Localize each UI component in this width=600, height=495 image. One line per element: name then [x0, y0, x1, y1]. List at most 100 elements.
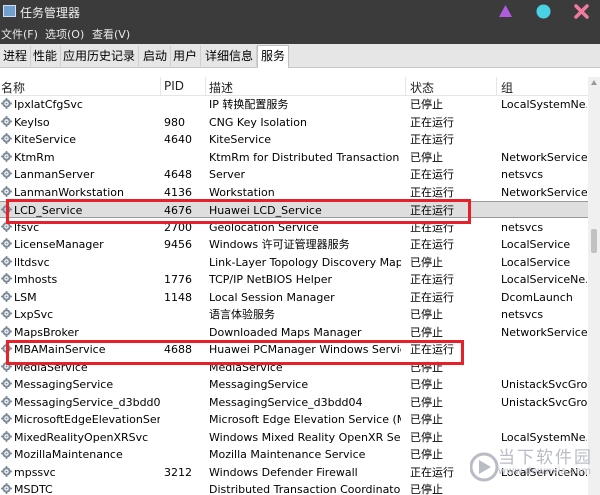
menu-view[interactable]: 查看(V)	[92, 26, 130, 42]
tab-details[interactable]: 详细信息	[202, 46, 258, 66]
service-description: Workstation	[209, 185, 275, 199]
service-group: LocalService	[501, 255, 571, 269]
gear-icon	[1, 238, 12, 249]
table-row[interactable]: KtmRm KtmRm for Distributed Transaction C…	[0, 149, 588, 166]
column-name[interactable]: 名称	[1, 79, 25, 96]
gear-icon	[1, 150, 12, 162]
table-row[interactable]: KeyIso 980 CNG Key Isolation 正在运行	[0, 114, 588, 131]
service-description: Link-Layer Topology Discovery Mapper	[209, 255, 401, 269]
table-row[interactable]: MapsBroker Downloaded Maps Manager 已停止 Netw…	[0, 324, 588, 341]
column-divider[interactable]	[405, 77, 406, 95]
service-name: LicenseManager	[14, 238, 104, 251]
tab-users[interactable]: 用户	[170, 46, 202, 66]
column-group[interactable]: 组	[501, 79, 513, 96]
table-row[interactable]: LxpSvc 语言体验服务 已停止 netsvcs	[0, 306, 588, 323]
column-divider[interactable]	[160, 77, 161, 95]
table-row[interactable]: MessagingService MessagingService 已停止 Unist…	[0, 376, 588, 393]
services-list: IpxlatCfgSvc IP 转换配置服务 已停止 LocalSystemNe...…	[0, 96, 588, 495]
scroll-up-icon[interactable]	[590, 79, 598, 87]
service-pid: 980	[164, 115, 185, 129]
tab-performance[interactable]: 性能	[30, 46, 62, 66]
vertical-scrollbar[interactable]	[588, 77, 600, 495]
service-status: 正在运行	[410, 238, 454, 251]
service-name: mpssvc	[14, 465, 56, 479]
column-divider[interactable]	[205, 77, 206, 95]
column-divider[interactable]	[496, 77, 497, 95]
column-status[interactable]: 状态	[410, 79, 434, 96]
service-status: 正在运行	[410, 290, 454, 304]
service-description: CNG Key Isolation	[209, 115, 307, 129]
service-name: MixedRealityOpenXRSvc	[14, 430, 149, 444]
table-row[interactable]: MicrosoftEdgeElevationServ... Microsoft E…	[0, 411, 588, 428]
watermark-text: 当下软件园	[498, 448, 593, 468]
service-status: 已停止	[410, 255, 443, 269]
menu-file[interactable]: 文件(F)	[1, 26, 38, 42]
column-pid[interactable]: PID	[164, 79, 184, 93]
table-row[interactable]: LCD_Service 4676 Huawei LCD_Service 正在运行	[0, 201, 588, 218]
gear-icon	[1, 448, 12, 459]
service-description: Geolocation Service	[209, 220, 319, 234]
tab-app-history[interactable]: 应用历史记录	[60, 46, 140, 66]
scrollbar-thumb[interactable]	[591, 229, 597, 253]
tab-services[interactable]: 服务	[257, 45, 290, 68]
table-row[interactable]: lmhosts 1776 TCP/IP NetBIOS Helper 正在运行 Loca…	[0, 271, 588, 288]
table-row[interactable]: MBAMainService 4688 Huawei PCManager Windo…	[0, 341, 588, 358]
service-status: 已停止	[410, 98, 443, 111]
gear-icon	[1, 255, 12, 267]
table-row[interactable]: KiteService 4640 KiteService 正在运行	[0, 131, 588, 148]
service-pid: 4640	[164, 133, 192, 146]
tab-processes[interactable]: 进程	[0, 46, 32, 66]
service-name: lfsvc	[14, 220, 40, 234]
service-name: MozillaMaintenance	[14, 448, 123, 461]
service-name: MBAMainService	[14, 343, 106, 356]
table-row[interactable]: LanmanWorkstation 4136 Workstation 正在运行 Netw…	[0, 184, 588, 201]
triangle-icon[interactable]	[497, 3, 514, 20]
service-status: 已停止	[410, 150, 443, 164]
service-pid: 2700	[164, 220, 192, 234]
service-name: MessagingService	[14, 378, 114, 391]
gear-icon	[1, 168, 12, 179]
column-header: 名称 PID 描述 状态 组	[0, 77, 588, 96]
service-group: NetworkService	[501, 325, 587, 339]
service-description: Server	[209, 168, 246, 181]
service-status: 正在运行	[410, 185, 454, 199]
menu-options[interactable]: 选项(O)	[45, 26, 84, 42]
table-row[interactable]: MessagingService_d3bdd04 MessagingService…	[0, 394, 588, 411]
gear-icon	[1, 325, 12, 337]
watermark-url: www.downxia.com	[498, 466, 592, 477]
service-description: MediaService	[209, 360, 283, 374]
service-status: 正在运行	[410, 343, 454, 356]
service-name: LanmanServer	[14, 168, 95, 181]
tab-startup[interactable]: 启动	[140, 46, 172, 66]
gear-icon	[1, 378, 12, 389]
task-manager-icon	[3, 5, 16, 17]
service-group: netsvcs	[501, 168, 544, 181]
service-name: lltdsvc	[14, 255, 50, 269]
table-row[interactable]: MediaService MediaService 已停止	[0, 359, 588, 376]
service-description: 语言体验服务	[209, 308, 275, 321]
service-pid: 4676	[164, 204, 192, 217]
gear-icon	[1, 133, 12, 144]
table-row[interactable]: lfsvc 2700 Geolocation Service 正在运行 netsvcs	[0, 219, 588, 236]
column-description[interactable]: 描述	[209, 79, 233, 96]
service-status: 已停止	[410, 308, 443, 321]
table-row[interactable]: LicenseManager 9456 Windows 许可证管理器服务 正在运行 Lo…	[0, 236, 588, 253]
window-title: 任务管理器	[20, 6, 81, 20]
table-row[interactable]: LSM 1148 Local Session Manager 正在运行 DcomLaun…	[0, 289, 588, 306]
gear-icon	[1, 413, 12, 424]
gear-icon	[1, 308, 12, 319]
service-pid: 4688	[164, 343, 192, 356]
service-status: 正在运行	[410, 133, 454, 146]
table-row[interactable]: IpxlatCfgSvc IP 转换配置服务 已停止 LocalSystemNe...	[0, 96, 588, 113]
service-pid: 1148	[164, 290, 192, 304]
title-bar: 任务管理器	[0, 0, 600, 24]
service-pid: 4136	[164, 185, 192, 199]
table-row[interactable]: LanmanServer 4648 Server 正在运行 netsvcs	[0, 166, 588, 183]
service-status: 正在运行	[410, 168, 454, 181]
gear-icon	[1, 220, 12, 232]
service-name: IpxlatCfgSvc	[14, 98, 83, 111]
circle-icon[interactable]	[535, 3, 552, 20]
service-name: LCD_Service	[14, 204, 83, 217]
table-row[interactable]: lltdsvc Link-Layer Topology Discovery Map…	[0, 254, 588, 271]
close-icon[interactable]	[573, 3, 590, 20]
